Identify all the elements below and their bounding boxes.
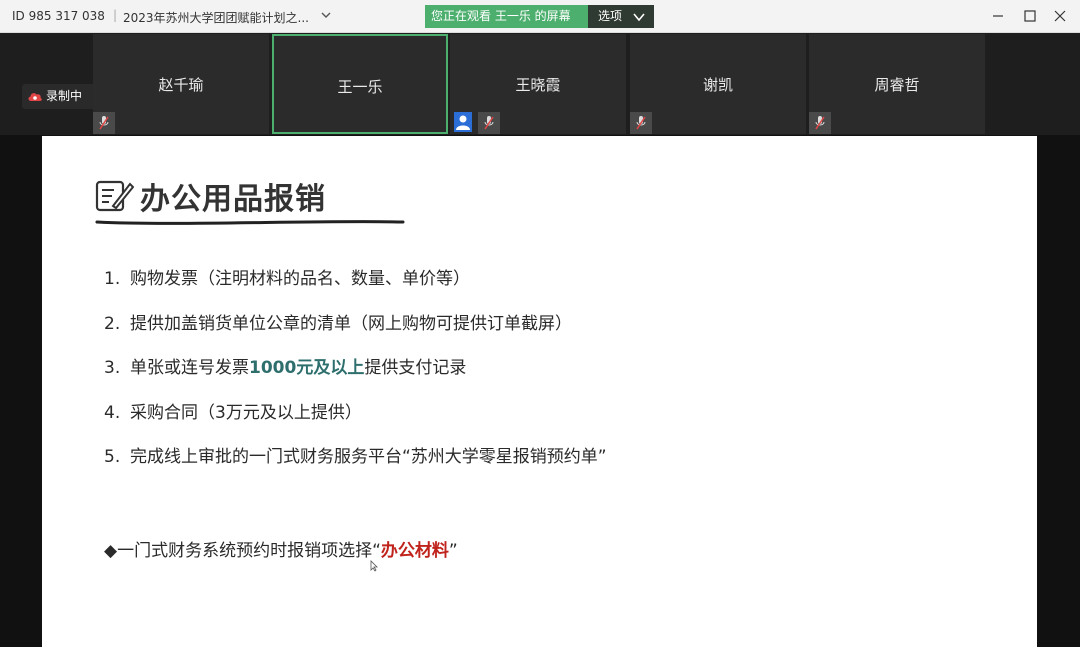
title-bar: ID 985 317 038 | 2023年苏州大学团团赋能计划之... 您正在… — [0, 0, 1080, 33]
close-icon[interactable] — [1052, 8, 1068, 24]
recording-badge[interactable]: 录制中 — [22, 84, 96, 109]
participant-tile[interactable]: 周睿哲 — [809, 34, 985, 134]
participant-tile[interactable]: 赵千瑜 — [93, 34, 269, 134]
maximize-icon[interactable] — [1022, 8, 1038, 24]
category-highlight: 办公材料 — [380, 541, 449, 561]
meeting-title[interactable]: 2023年苏州大学团团赋能计划之... — [123, 9, 309, 26]
note-line: ◆一门式财务系统预约时报销项选择“办公材料” — [104, 541, 458, 561]
mouse-cursor-icon — [370, 560, 378, 572]
recording-label: 录制中 — [46, 89, 83, 103]
viewing-banner: 您正在观看 王一乐 的屏幕 — [425, 5, 588, 28]
chevron-down-icon[interactable] — [320, 9, 332, 21]
options-button[interactable]: 选项 — [588, 5, 654, 28]
mic-muted-icon — [630, 112, 652, 134]
list-item: 2. 提供加盖销货单位公章的清单（网上购物可提供订单截屏） — [104, 313, 572, 334]
title-separator: | — [113, 8, 118, 22]
participant-tile-active[interactable]: 王一乐 — [272, 34, 448, 134]
list-item: 4. 采购合同（3万元及以上提供） — [104, 402, 362, 423]
minimize-icon[interactable] — [990, 8, 1006, 24]
title-underline — [95, 220, 405, 225]
cloud-record-icon — [28, 93, 42, 101]
participant-tile[interactable]: 王晓霞 — [450, 34, 626, 134]
shared-slide: 办公用品报销 1. 购物发票（注明材料的品名、数量、单价等） 2. 提供加盖销货单位… — [42, 136, 1037, 647]
participant-name: 王晓霞 — [515, 76, 561, 94]
participant-tile[interactable]: 谢凯 — [630, 34, 806, 134]
slide-title: 办公用品报销 — [140, 182, 326, 217]
participant-name: 王一乐 — [337, 78, 383, 96]
requirements-list: 1. 购物发票（注明材料的品名、数量、单价等） 2. 提供加盖销货单位公章的清单（网… — [104, 264, 607, 487]
mic-muted-icon — [478, 112, 500, 134]
chevron-down-icon — [633, 13, 645, 22]
participant-name: 赵千瑜 — [158, 76, 204, 94]
participant-name: 谢凯 — [702, 76, 733, 94]
mic-muted-icon — [809, 112, 831, 134]
host-user-icon — [454, 112, 472, 132]
amount-highlight: 1000元及以上 — [249, 358, 365, 378]
list-item: 3. 单张或连号发票1000元及以上提供支付记录 — [104, 358, 467, 378]
list-item: 5. 完成线上审批的一门式财务服务平台“苏州大学零星报销预约单” — [104, 447, 607, 467]
notebook-pen-icon — [95, 180, 134, 212]
options-label: 选项 — [598, 9, 623, 23]
list-item: 1. 购物发票（注明材料的品名、数量、单价等） — [104, 269, 470, 289]
participant-name: 周睿哲 — [874, 76, 920, 94]
mic-muted-icon — [93, 112, 115, 134]
meeting-id: ID 985 317 038 — [12, 9, 105, 23]
